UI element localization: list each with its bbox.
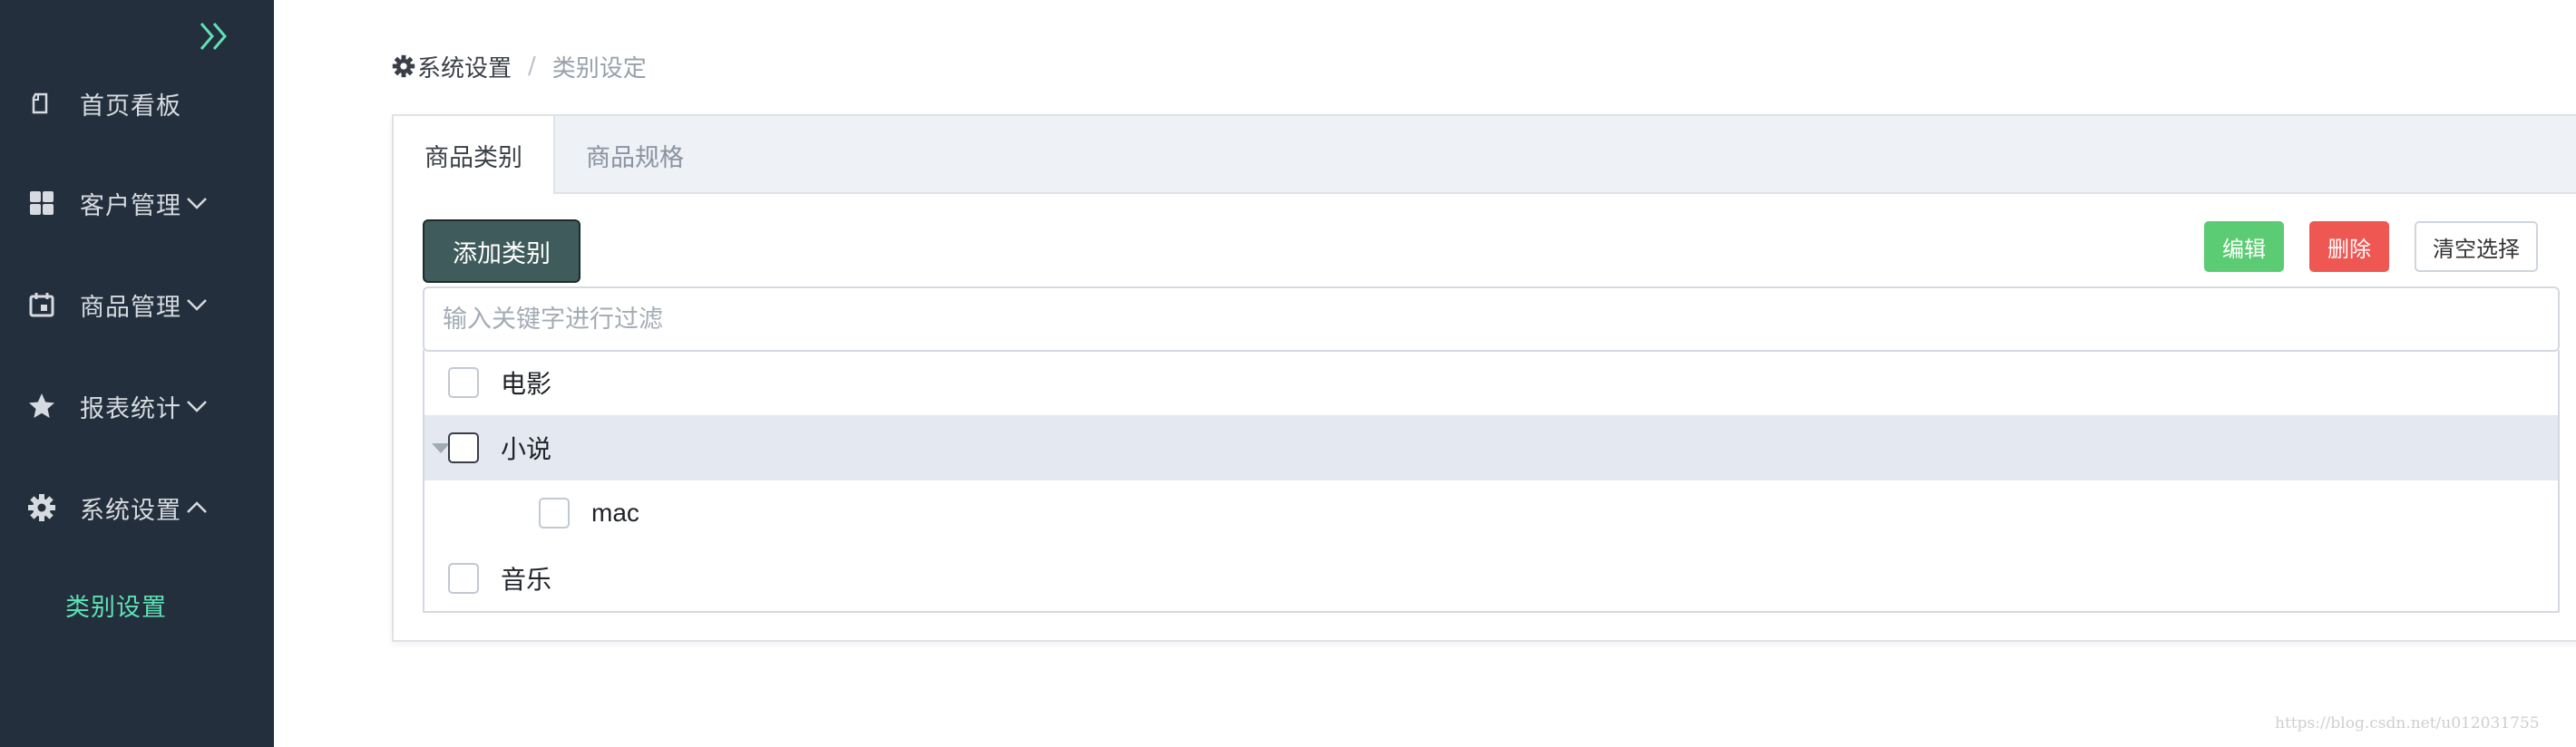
add-category-button[interactable]: 添加类别	[423, 219, 581, 283]
tree-node-music[interactable]: 音乐	[424, 546, 2558, 611]
sidebar-item-label: 商品管理	[80, 293, 181, 322]
breadcrumb-separator: /	[528, 53, 536, 80]
tab-product-spec[interactable]: 商品规格	[555, 116, 715, 194]
tree-node-novel[interactable]: 小说	[424, 415, 2558, 480]
sidebar-item-products[interactable]: 商品管理	[0, 277, 274, 332]
tree-node-checkbox[interactable]	[539, 498, 570, 529]
sidebar: 首页看板 客户管理 商品管理 报表统计 系统设置 类别设置	[0, 0, 274, 747]
sidebar-item-label: 报表统计	[80, 394, 181, 423]
chevron-down-icon	[185, 394, 209, 418]
breadcrumb: 系统设置 / 类别设定	[392, 51, 647, 82]
double-chevron-right-icon[interactable]	[196, 18, 232, 54]
tree-node-movie[interactable]: 电影	[424, 350, 2558, 415]
tree-node-checkbox[interactable]	[448, 367, 479, 398]
calendar-icon	[27, 290, 56, 319]
delete-button[interactable]: 删除	[2309, 221, 2389, 272]
watermark: https://blog.csdn.net/u012031755	[2275, 714, 2540, 732]
chevron-down-icon	[185, 293, 209, 316]
tree-node-label: 电影	[501, 369, 552, 399]
category-tree: 电影 小说 mac 音乐	[423, 350, 2560, 613]
sidebar-item-dashboard[interactable]: 首页看板	[0, 76, 274, 131]
sidebar-item-label: 首页看板	[80, 92, 181, 121]
sidebar-item-label: 客户管理	[80, 191, 181, 220]
sidebar-item-reports[interactable]: 报表统计	[0, 379, 274, 433]
gear-icon	[392, 54, 415, 78]
gear-icon	[27, 493, 56, 522]
tree-node-label: mac	[591, 499, 639, 527]
star-icon	[27, 392, 56, 421]
sidebar-item-settings[interactable]: 系统设置	[0, 480, 274, 535]
tree-node-checkbox[interactable]	[448, 432, 479, 463]
filter-input[interactable]	[423, 286, 2560, 352]
tree-node-checkbox[interactable]	[448, 563, 479, 594]
category-card: 商品类别 商品规格 添加类别 编辑 删除 清空选择 电影 小说 mac 音乐	[392, 114, 2576, 642]
tab-bar: 商品类别 商品规格	[394, 116, 2576, 194]
clear-selection-button[interactable]: 清空选择	[2415, 221, 2538, 272]
sidebar-item-customers[interactable]: 客户管理	[0, 176, 274, 230]
tree-node-label: 音乐	[501, 565, 552, 595]
breadcrumb-item-system-settings[interactable]: 系统设置	[417, 50, 512, 83]
tree-node-mac[interactable]: mac	[424, 480, 2558, 546]
document-icon	[27, 89, 56, 118]
sidebar-subitem-category-settings[interactable]: 类别设置	[65, 587, 167, 623]
tree-node-label: 小说	[501, 434, 552, 464]
chevron-up-icon	[185, 496, 209, 519]
edit-button[interactable]: 编辑	[2204, 221, 2284, 272]
breadcrumb-current: 类别设定	[551, 54, 647, 82]
tab-product-category[interactable]: 商品类别	[394, 116, 555, 194]
chevron-down-icon	[185, 191, 209, 215]
sidebar-item-label: 系统设置	[80, 496, 181, 525]
grid-icon	[27, 189, 56, 218]
